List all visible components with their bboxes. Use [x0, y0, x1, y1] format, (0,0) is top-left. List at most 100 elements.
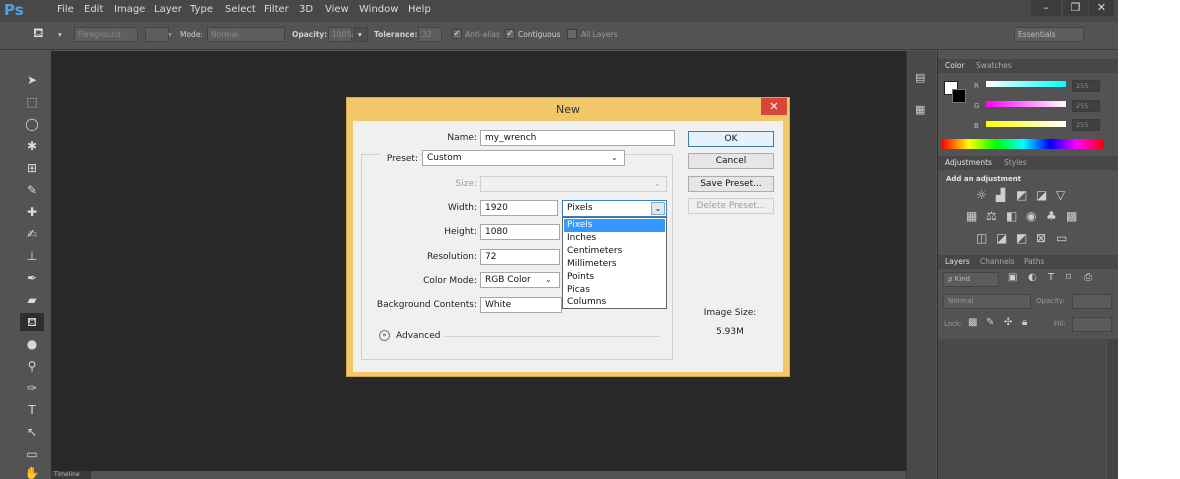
history-brush-tool-icon[interactable]: ✒: [20, 269, 44, 287]
lasso-tool-icon[interactable]: ◯: [20, 115, 44, 133]
timeline-tab[interactable]: Timeline: [51, 471, 91, 479]
invert-icon[interactable]: ◫: [976, 231, 987, 245]
menu-file[interactable]: File: [57, 4, 74, 15]
layer-opacity-input[interactable]: [1072, 294, 1112, 309]
menu-layer[interactable]: Layer: [154, 4, 182, 15]
color-balance-icon[interactable]: ⚖: [986, 209, 997, 223]
filter-shape-icon[interactable]: ⌑: [1066, 272, 1071, 283]
red-slider[interactable]: [986, 81, 1066, 87]
green-value[interactable]: 255: [1072, 100, 1100, 112]
eraser-tool-icon[interactable]: ▰: [20, 291, 44, 309]
unit-option-inches[interactable]: Inches: [564, 232, 665, 245]
crop-tool-icon[interactable]: ⊞: [20, 159, 44, 177]
fill-source-select[interactable]: Foreground: [74, 27, 138, 42]
blue-slider[interactable]: [986, 121, 1066, 127]
menu-help[interactable]: Help: [408, 4, 431, 15]
color-lookup-icon[interactable]: ▩: [1066, 209, 1077, 223]
menu-window[interactable]: Window: [359, 4, 398, 15]
brush-tool-icon[interactable]: ✍: [20, 225, 44, 243]
properties-panel-icon[interactable]: ▦: [915, 103, 925, 116]
filter-smart-object-icon[interactable]: ⎙: [1084, 272, 1092, 283]
workspace-switcher[interactable]: Essentials: [1014, 27, 1084, 42]
tab-paths[interactable]: Paths: [1024, 257, 1044, 266]
unit-option-points[interactable]: Points: [564, 271, 665, 284]
minimize-button[interactable]: –: [1031, 0, 1061, 16]
paint-bucket-tool-icon[interactable]: ⛾: [20, 313, 44, 331]
magic-wand-tool-icon[interactable]: ✱: [20, 137, 44, 155]
unit-option-millimeters[interactable]: Millimeters: [564, 258, 665, 271]
blur-tool-icon[interactable]: ●: [20, 335, 44, 353]
menu-filter[interactable]: Filter: [264, 4, 289, 15]
rectangle-tool-icon[interactable]: ▭: [20, 445, 44, 463]
tab-styles[interactable]: Styles: [1004, 158, 1027, 167]
unit-option-centimeters[interactable]: Centimeters: [564, 245, 665, 258]
vibrance-icon[interactable]: ▽: [1056, 188, 1065, 202]
restore-button[interactable]: ❐: [1063, 0, 1088, 16]
opacity-input[interactable]: 100%: [328, 27, 353, 42]
hand-tool-icon[interactable]: ✋: [20, 464, 44, 479]
exposure-icon[interactable]: ◪: [1036, 188, 1047, 202]
layers-list[interactable]: [938, 339, 1106, 479]
clone-stamp-tool-icon[interactable]: ⊥: [20, 247, 44, 265]
chevron-down-icon[interactable]: ▾: [168, 30, 172, 39]
pen-tool-icon[interactable]: ✑: [20, 379, 44, 397]
anti-alias-checkbox[interactable]: ✓: [452, 29, 462, 39]
advanced-label[interactable]: Advanced: [396, 331, 440, 341]
channel-mixer-icon[interactable]: ♣: [1046, 209, 1057, 223]
lock-position-icon[interactable]: ✣: [1004, 317, 1012, 328]
lock-all-icon[interactable]: 🔒︎: [1022, 317, 1027, 328]
background-color-swatch[interactable]: [952, 89, 966, 103]
move-tool-icon[interactable]: ➤: [20, 71, 44, 89]
path-selection-tool-icon[interactable]: ↖: [20, 423, 44, 441]
paint-bucket-tool-icon[interactable]: ⛾: [33, 26, 44, 43]
filter-adjustment-icon[interactable]: ◐: [1028, 272, 1037, 283]
name-input[interactable]: my_wrench: [480, 130, 675, 146]
brightness-icon[interactable]: ☼: [976, 188, 987, 202]
tab-color[interactable]: Color: [945, 61, 965, 70]
opacity-dropdown-icon[interactable]: ▾: [354, 27, 368, 42]
menu-3d[interactable]: 3D: [299, 4, 313, 15]
all-layers-checkbox[interactable]: [567, 29, 577, 39]
levels-icon[interactable]: ▟: [996, 188, 1005, 202]
advanced-toggle-icon[interactable]: »: [379, 330, 390, 341]
layer-kind-filter[interactable]: ρ Kind: [943, 272, 999, 287]
posterize-icon[interactable]: ◪: [996, 231, 1007, 245]
type-tool-icon[interactable]: T: [20, 401, 44, 419]
ok-button[interactable]: OK: [688, 131, 774, 147]
layers-scrollbar[interactable]: [1107, 339, 1118, 479]
marquee-tool-icon[interactable]: ⬚: [20, 93, 44, 111]
tab-swatches[interactable]: Swatches: [976, 61, 1012, 70]
unit-option-columns[interactable]: Columns: [564, 296, 665, 309]
dialog-close-icon[interactable]: ✕: [761, 98, 787, 115]
color-mode-select[interactable]: RGB Color ⌄: [480, 272, 560, 288]
cancel-button[interactable]: Cancel: [688, 153, 774, 169]
menu-image[interactable]: Image: [114, 4, 145, 15]
fill-input[interactable]: [1072, 317, 1112, 332]
blend-mode-select[interactable]: Normal: [943, 294, 1031, 309]
menu-edit[interactable]: Edit: [84, 4, 103, 15]
tab-adjustments[interactable]: Adjustments: [945, 158, 992, 167]
tolerance-input[interactable]: 32: [418, 27, 442, 42]
threshold-icon[interactable]: ◩: [1016, 231, 1027, 245]
contiguous-checkbox[interactable]: ✓: [505, 29, 515, 39]
green-slider[interactable]: [986, 101, 1066, 107]
history-panel-icon[interactable]: ▤: [915, 71, 925, 84]
menu-select[interactable]: Select: [225, 4, 256, 15]
background-contents-select[interactable]: White: [480, 297, 562, 313]
save-preset-button[interactable]: Save Preset...: [688, 176, 774, 192]
dodge-tool-icon[interactable]: ⚲: [20, 357, 44, 375]
eyedropper-tool-icon[interactable]: ✎: [20, 181, 44, 199]
resolution-input[interactable]: 72: [480, 249, 560, 265]
curves-icon[interactable]: ◩: [1016, 188, 1027, 202]
pattern-picker[interactable]: [145, 27, 169, 42]
width-unit-select[interactable]: Pixels ⌄: [562, 200, 667, 217]
close-button[interactable]: ✕: [1089, 0, 1114, 16]
tab-channels[interactable]: Channels: [980, 257, 1015, 266]
gradient-map-icon[interactable]: ▭: [1056, 231, 1067, 245]
red-value[interactable]: 255: [1072, 80, 1100, 92]
hue-saturation-icon[interactable]: ▦: [966, 209, 977, 223]
chevron-down-icon[interactable]: ⌄: [651, 202, 665, 215]
lock-image-icon[interactable]: ✎: [986, 317, 994, 328]
filter-type-icon[interactable]: T: [1048, 272, 1054, 283]
unit-option-pixels[interactable]: Pixels: [564, 219, 665, 232]
